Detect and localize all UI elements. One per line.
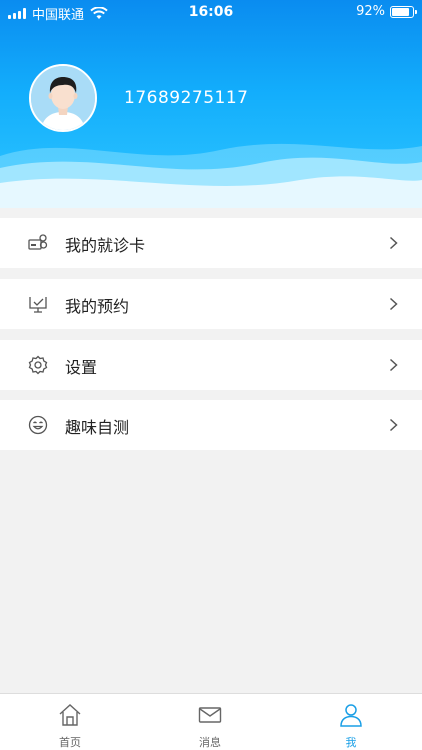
menu-item-label: 趣味自测 bbox=[65, 418, 130, 437]
menu-item-medical-card[interactable]: 我的就诊卡 bbox=[0, 218, 422, 268]
tab-messages[interactable]: 消息 bbox=[140, 694, 280, 750]
chevron-right-icon bbox=[389, 418, 398, 432]
mail-icon bbox=[198, 707, 222, 723]
profile-header: 中国联通 16:06 92% 17689275117 bbox=[0, 0, 422, 208]
menu-item-label: 设置 bbox=[65, 358, 98, 377]
smiley-icon bbox=[28, 415, 48, 435]
user-icon bbox=[340, 704, 362, 727]
menu-item-label: 我的就诊卡 bbox=[65, 236, 146, 255]
menu-item-fun-test[interactable]: 趣味自测 bbox=[0, 400, 422, 450]
phone-number: 17689275117 bbox=[124, 88, 249, 108]
tab-label: 我 bbox=[345, 736, 357, 749]
chevron-right-icon bbox=[389, 358, 398, 372]
medical-card-icon bbox=[28, 234, 48, 250]
battery-icon bbox=[390, 5, 417, 18]
chevron-right-icon bbox=[389, 297, 398, 311]
avatar[interactable] bbox=[29, 64, 97, 132]
menu-item-label: 我的预约 bbox=[65, 297, 130, 316]
tab-home[interactable]: 首页 bbox=[0, 694, 140, 750]
tab-label: 消息 bbox=[199, 736, 221, 749]
tab-me[interactable]: 我 bbox=[281, 694, 421, 750]
tab-bar: 首页 消息 我 bbox=[0, 693, 422, 750]
menu-item-settings[interactable]: 设置 bbox=[0, 340, 422, 390]
battery-level-fill bbox=[392, 7, 410, 16]
chevron-right-icon bbox=[389, 236, 398, 250]
status-bar: 中国联通 16:06 92% bbox=[0, 0, 422, 24]
gear-icon bbox=[28, 355, 48, 375]
wave-decoration bbox=[0, 143, 422, 208]
home-icon bbox=[59, 704, 81, 726]
battery-percent: 92% bbox=[356, 4, 385, 19]
avatar-icon bbox=[31, 66, 95, 130]
menu-item-appointment[interactable]: 我的预约 bbox=[0, 279, 422, 329]
appointment-icon bbox=[29, 297, 47, 313]
tab-label: 首页 bbox=[59, 736, 81, 749]
